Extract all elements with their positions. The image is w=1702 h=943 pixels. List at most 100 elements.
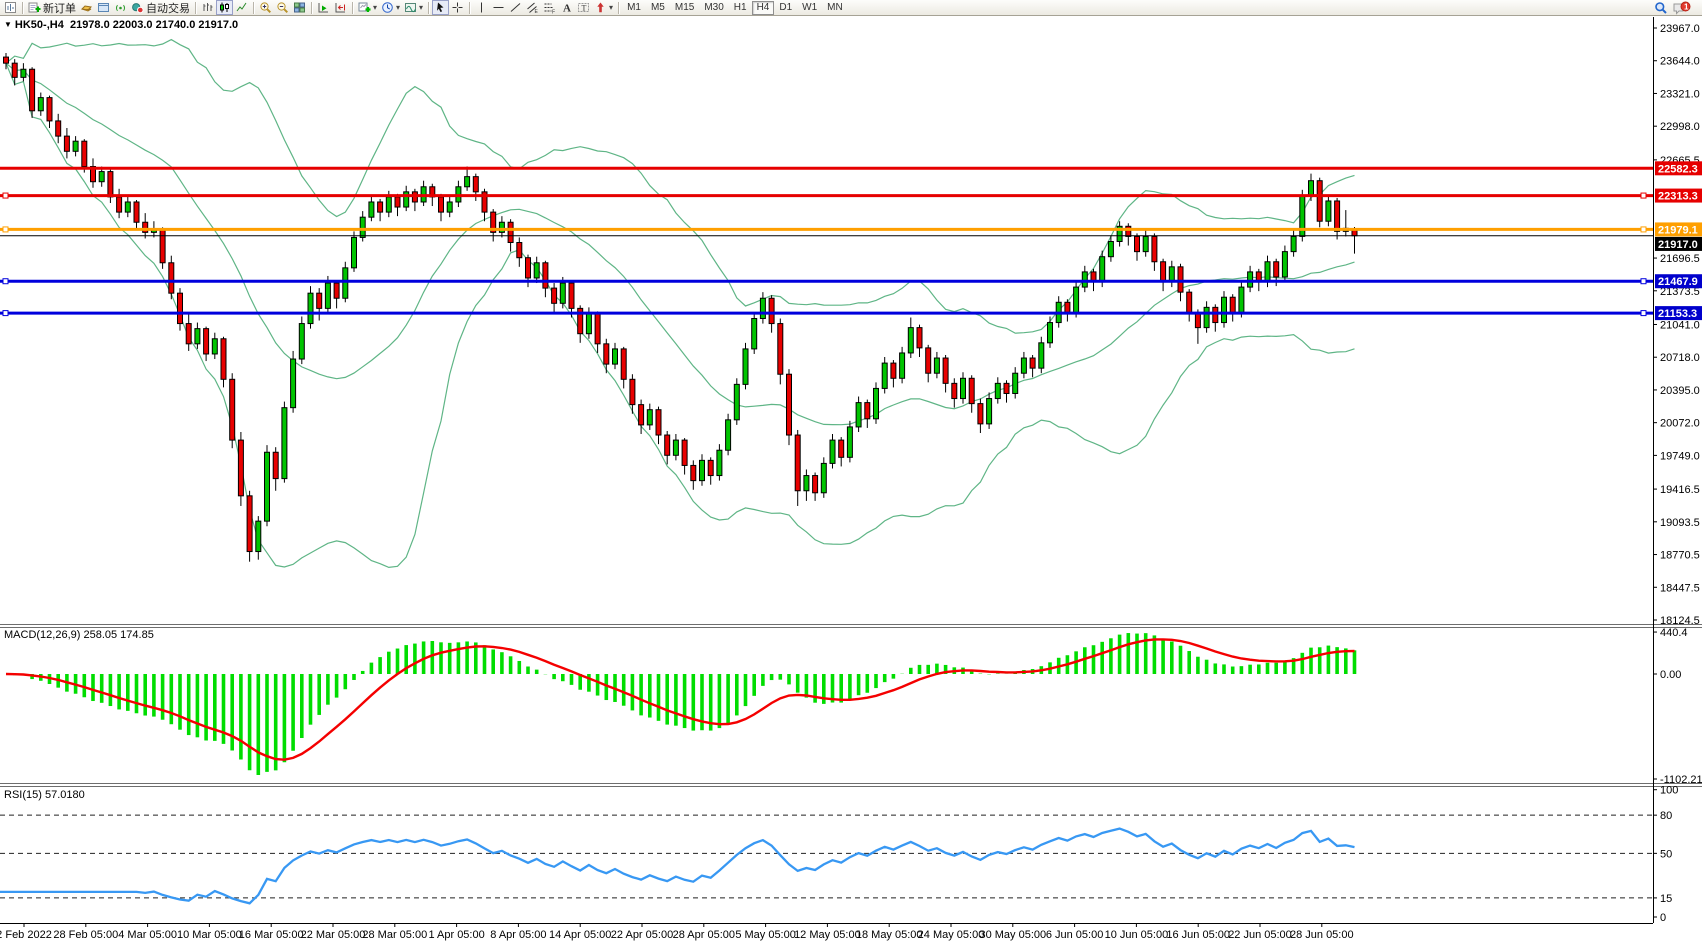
timeframe-h1-button[interactable]: H1 — [729, 1, 752, 15]
text-label-button[interactable]: T — [575, 0, 592, 15]
market-watch-button[interactable] — [78, 0, 95, 15]
timeframe-m15-button[interactable]: M15 — [670, 1, 699, 15]
timeframe-d1-button[interactable]: D1 — [774, 1, 797, 15]
timeframe-m5-button[interactable]: M5 — [646, 1, 670, 15]
time-tick-label: 6 Jun 05:00 — [1046, 929, 1104, 941]
text-button[interactable]: A — [558, 0, 575, 15]
horizontal-line-icon — [492, 1, 505, 14]
tile-windows-button[interactable] — [291, 0, 308, 15]
time-tick-label: 14 Apr 05:00 — [549, 929, 611, 941]
candle — [1213, 304, 1218, 331]
zoom-in-button[interactable] — [257, 0, 274, 15]
time-tick-label: 10 Jun 05:00 — [1105, 929, 1169, 941]
rsi-tick-label: 0 — [1660, 912, 1666, 924]
price-tick-label: 18770.5 — [1660, 550, 1700, 562]
notifications-button[interactable]: 1 — [1670, 0, 1694, 15]
candle — [856, 397, 861, 432]
horizontal-line-button[interactable] — [490, 0, 507, 15]
candle — [1248, 266, 1253, 292]
candle — [726, 414, 731, 456]
candle — [673, 434, 678, 460]
arrows-button[interactable]: ▾ — [592, 0, 615, 15]
auto-scroll-button[interactable] — [315, 0, 332, 15]
rsi-tick-label: 50 — [1660, 848, 1672, 860]
vertical-line-button[interactable] — [473, 0, 490, 15]
market-watch-icon — [80, 1, 93, 14]
line-handle[interactable] — [3, 311, 8, 316]
search-button[interactable] — [1652, 0, 1670, 15]
candle — [917, 325, 922, 357]
periods-button[interactable]: ▾ — [379, 0, 402, 15]
autotrading-button[interactable]: 自动交易 — [129, 0, 192, 15]
line-handle[interactable] — [3, 227, 8, 232]
candle — [847, 421, 852, 463]
candle — [891, 360, 896, 387]
candle — [491, 209, 496, 241]
macd-tick-label: 0.00 — [1660, 669, 1681, 681]
candle — [1143, 230, 1148, 256]
line-handle[interactable] — [1641, 193, 1646, 198]
line-handle[interactable] — [1641, 279, 1646, 284]
chart-shift-button[interactable] — [332, 0, 349, 15]
time-tick-label: 5 May 05:00 — [735, 929, 796, 941]
zoom-out-button[interactable] — [274, 0, 291, 15]
rsi-line — [0, 829, 1355, 904]
candle — [412, 189, 417, 211]
dropdown-caret: ▾ — [396, 4, 400, 12]
candle — [1326, 195, 1331, 226]
timeframe-m30-button[interactable]: M30 — [699, 1, 728, 15]
candle — [221, 337, 226, 388]
candle — [91, 158, 96, 187]
timeframe-h4-button[interactable]: H4 — [752, 1, 775, 15]
line-handle[interactable] — [3, 193, 8, 198]
candle — [900, 347, 905, 383]
new-order-button[interactable]: 新订单 — [26, 0, 78, 15]
timeframe-m1-button[interactable]: M1 — [622, 1, 646, 15]
candle — [1048, 316, 1053, 347]
candle — [247, 491, 252, 562]
candle — [212, 333, 217, 359]
zoom-out-icon — [276, 1, 289, 14]
line-handle[interactable] — [1641, 311, 1646, 316]
candle — [273, 447, 278, 491]
ohlc-values: 21978.0 22003.0 21740.0 21917.0 — [70, 19, 238, 31]
crosshair-button[interactable] — [449, 0, 466, 15]
symbol-period: HK50-,H4 — [15, 19, 64, 31]
new-order-icon — [28, 1, 41, 14]
candle — [1039, 337, 1044, 373]
timeframe-mn-button[interactable]: MN — [822, 1, 848, 15]
time-tick-label: 22 Mar 05:00 — [301, 929, 366, 941]
rsi-axis: 1008050150 — [1653, 785, 1678, 924]
time-tick-label: 8 Apr 05:00 — [490, 929, 546, 941]
search-icon — [1654, 1, 1668, 15]
equidistant-channel-button[interactable]: E — [524, 0, 541, 15]
candle — [334, 280, 339, 308]
templates-button[interactable]: ▾ — [402, 0, 425, 15]
candle — [108, 170, 113, 203]
fibonacci-button[interactable]: F — [541, 0, 558, 15]
timeframe-w1-button[interactable]: W1 — [797, 1, 822, 15]
bar-chart-button[interactable] — [199, 0, 216, 15]
data-window-button[interactable] — [95, 0, 112, 15]
new-chart-button[interactable] — [2, 0, 19, 15]
price-badge-label: 21979.1 — [1658, 224, 1698, 236]
svg-text:1: 1 — [1684, 2, 1689, 11]
candlestick-chart-button[interactable] — [216, 0, 233, 15]
candle — [534, 257, 539, 283]
indicators-button[interactable]: ▾ — [356, 0, 379, 15]
candle — [160, 227, 165, 269]
cursor-button[interactable] — [432, 0, 449, 15]
fibonacci-icon: F — [543, 1, 556, 14]
line-handle[interactable] — [1641, 227, 1646, 232]
cursor-icon — [434, 1, 447, 14]
line-handle[interactable] — [3, 279, 8, 284]
candle — [360, 211, 365, 241]
candle — [456, 181, 461, 207]
candle — [752, 312, 757, 354]
candle — [308, 286, 313, 329]
line-chart-button[interactable] — [233, 0, 250, 15]
trendline-button[interactable] — [507, 0, 524, 15]
candle — [56, 114, 61, 143]
navigator-button[interactable] — [112, 0, 129, 15]
rsi-tick-label: 100 — [1660, 785, 1678, 797]
